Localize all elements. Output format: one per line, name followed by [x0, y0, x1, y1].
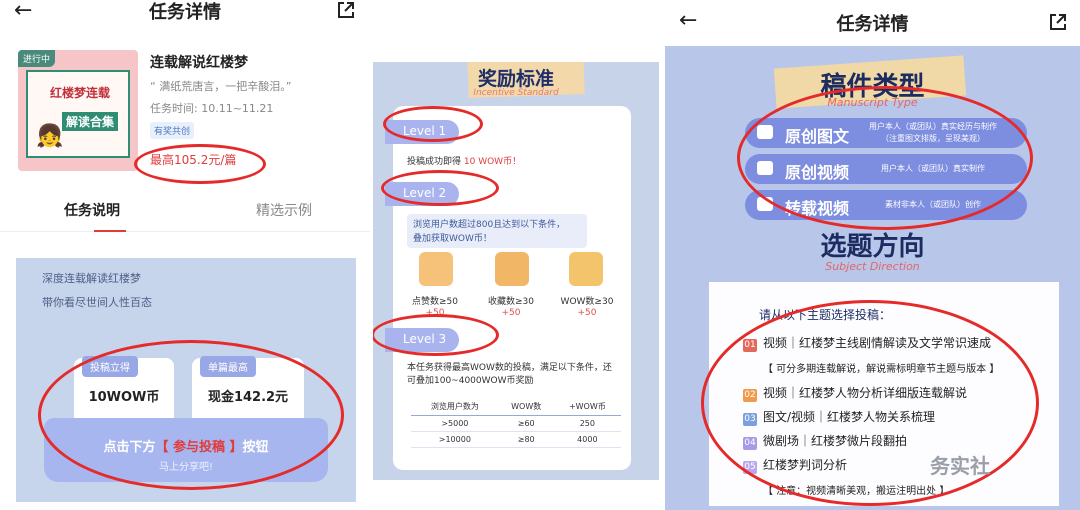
tab-bar: 任务说明 精选示例 — [0, 196, 370, 232]
level3-highlight-circle — [373, 314, 499, 356]
table-header: 浏览用户数为 — [411, 398, 499, 416]
level1-text: 投稿成功即得 10 WOW币！ — [407, 157, 522, 167]
page-title: 任务详情 — [836, 14, 909, 35]
task-time: 任务时间: 10.11~11.21 — [150, 102, 274, 115]
manuscript-type-panel: ← 任务详情 稿件类型 Manuscript Type 原创图文 用户本人（或团… — [665, 0, 1080, 510]
cover-line1: 红楼梦连载 — [50, 86, 111, 100]
girl-illustration-icon: 👧 — [36, 124, 64, 149]
nav-bar: ← 任务详情 — [0, 0, 370, 34]
favorites-condition: 收藏数≥30 — [488, 297, 534, 307]
table-row: >10000 ≥80 4000 — [411, 431, 621, 448]
wow-condition: WOW数≥30 — [560, 297, 614, 307]
bonus-table: 浏览用户数为 WOW数 +WOW币 >5000 ≥60 250 >10000 ≥… — [411, 398, 621, 448]
table-row: >5000 ≥60 250 — [411, 415, 621, 432]
like-gift-icon — [419, 252, 453, 286]
nav-bar: ← 任务详情 — [665, 0, 1080, 46]
table-header: +WOW币 — [553, 398, 621, 416]
level3-text: 本任务获得最高WOW数的投稿，满足以下条件，还 可叠加100~4000WOW币奖… — [407, 363, 612, 386]
task-cover-image: 进行中 红楼梦连载 解读合集 👧 — [18, 50, 138, 171]
topic-title: 选题方向 — [820, 232, 925, 262]
tab-task-description[interactable]: 任务说明 — [64, 200, 126, 232]
reward-badge: 有奖共创 — [150, 122, 195, 139]
watermark-logo: 务实社 — [930, 454, 990, 478]
likes-condition: 点赞数≥50 — [412, 297, 458, 307]
share-icon[interactable] — [336, 0, 356, 20]
desc-line1: 深度连载解读红楼梦 — [42, 272, 141, 285]
level2-condition-box: 浏览用户数超过800且达到以下条件， 叠加获取WOW币！ — [407, 214, 587, 248]
topic-subtitle: Subject Direction — [825, 260, 920, 273]
party-popper-icon — [569, 252, 603, 286]
wow-reward: +50 — [577, 308, 597, 318]
reward-subtitle: Incentive Standard — [473, 88, 559, 98]
level1-highlight-circle — [383, 106, 483, 142]
tab-featured-examples[interactable]: 精选示例 — [256, 200, 312, 220]
bookmark-icon — [495, 252, 529, 286]
page-title: 任务详情 — [149, 2, 221, 23]
cover-frame: 红楼梦连载 解读合集 👧 — [26, 70, 130, 158]
table-header: WOW数 — [498, 398, 554, 416]
desc-line2: 带你看尽世间人性百态 — [42, 296, 152, 309]
type-highlight-circle — [737, 86, 1033, 230]
reward-highlight-circle — [38, 340, 344, 490]
share-icon[interactable] — [1048, 12, 1068, 32]
cover-line2: 解读合集 — [62, 112, 119, 131]
level2-highlight-circle — [381, 170, 499, 206]
task-quote: “ 满纸荒唐言，一把辛酸泪。” — [150, 80, 292, 93]
price-highlight-circle — [134, 144, 266, 184]
task-title: 连载解说红楼梦 — [150, 55, 248, 71]
favorites-reward: +50 — [501, 308, 521, 318]
reward-card: Level 1 投稿成功即得 10 WOW币！ Level 2 浏览用户数超过8… — [385, 106, 631, 470]
task-detail-panel: ← 任务详情 进行中 红楼梦连载 解读合集 👧 连载解说红楼梦 “ 满纸荒唐言，… — [0, 0, 370, 510]
reward-title: 奖励标准 — [477, 68, 554, 90]
reward-standard-panel: 奖励标准 Incentive Standard Level 1 投稿成功即得 1… — [373, 62, 659, 480]
status-badge: 进行中 — [18, 50, 56, 67]
